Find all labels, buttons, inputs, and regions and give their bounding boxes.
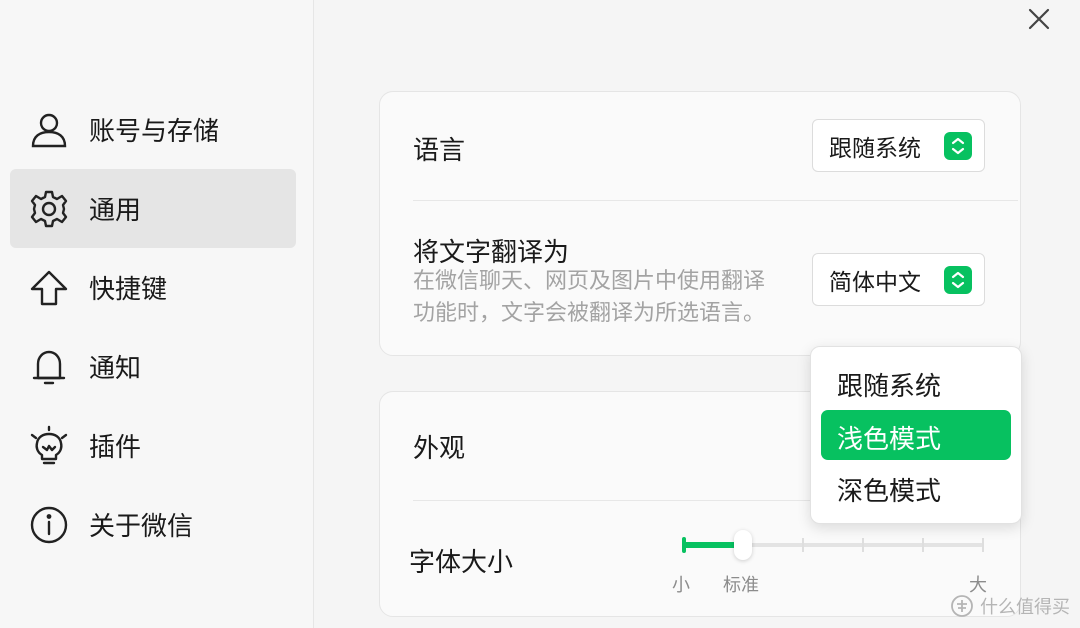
dropdown-option-label: 跟随系统 <box>837 372 942 402</box>
sidebar-item-shortcuts[interactable]: 快捷键 <box>10 248 296 327</box>
dropdown-option-light-mode[interactable]: 浅色模式 <box>821 410 1011 460</box>
slider-start-marker <box>682 537 686 553</box>
slider-tick <box>862 538 864 552</box>
close-button[interactable] <box>1022 2 1056 36</box>
dropdown-option-follow-system[interactable]: 跟随系统 <box>821 357 1011 407</box>
font-size-label: 字体大小 <box>409 548 514 578</box>
sidebar-item-account-storage[interactable]: 账号与存储 <box>10 90 296 169</box>
dropdown-option-label: 深色模式 <box>837 477 942 507</box>
sidebar-item-label: 通知 <box>89 354 142 384</box>
gear-icon <box>28 188 70 230</box>
watermark: 什么值得买 <box>950 592 1070 620</box>
dropdown-option-dark-mode[interactable]: 深色模式 <box>821 462 1011 512</box>
bulb-icon <box>28 425 70 467</box>
up-arrow-icon <box>28 267 70 309</box>
sidebar: 账号与存储 通用 快捷键 通知 插件 关于微信 <box>0 0 314 628</box>
sidebar-item-label: 通用 <box>89 196 142 226</box>
close-icon <box>1028 8 1050 30</box>
sidebar-item-label: 账号与存储 <box>89 117 220 147</box>
bell-icon <box>28 346 70 388</box>
translate-language-select[interactable]: 简体中文 <box>812 253 985 306</box>
sidebar-item-label: 关于微信 <box>89 512 194 542</box>
slider-tick <box>982 538 984 552</box>
user-icon <box>28 109 70 151</box>
language-select[interactable]: 跟随系统 <box>812 119 985 172</box>
info-icon <box>28 504 70 546</box>
font-size-min-label: 小 <box>672 575 690 596</box>
sidebar-item-general[interactable]: 通用 <box>10 169 296 248</box>
font-size-slider[interactable]: 小 标准 大 <box>670 520 1000 600</box>
translate-select-value: 简体中文 <box>829 269 921 296</box>
sidebar-item-notifications[interactable]: 通知 <box>10 327 296 406</box>
slider-tick <box>802 538 804 552</box>
language-label: 语言 <box>413 136 466 166</box>
appearance-label: 外观 <box>413 434 466 464</box>
sidebar-item-about[interactable]: 关于微信 <box>10 485 296 564</box>
slider-tick <box>922 538 924 552</box>
translate-label: 将文字翻译为 <box>413 238 570 268</box>
sidebar-item-label: 快捷键 <box>89 275 168 305</box>
slider-thumb[interactable] <box>734 530 752 560</box>
divider <box>413 200 1018 201</box>
language-select-value: 跟随系统 <box>829 135 921 162</box>
translate-description-line2: 功能时，文字会被翻译为所选语言。 <box>413 301 766 326</box>
sidebar-item-plugins[interactable]: 插件 <box>10 406 296 485</box>
sidebar-item-label: 插件 <box>89 433 142 463</box>
translate-description-line1: 在微信聊天、网页及图片中使用翻译 <box>413 269 766 294</box>
dropdown-option-label: 浅色模式 <box>837 425 942 455</box>
updown-chevron-icon <box>944 131 972 160</box>
watermark-logo-icon <box>951 595 973 617</box>
updown-chevron-icon <box>944 265 972 294</box>
appearance-dropdown: 跟随系统 浅色模式 深色模式 <box>810 346 1022 524</box>
watermark-text: 什么值得买 <box>980 597 1070 618</box>
font-size-current-label: 标准 <box>723 575 759 596</box>
